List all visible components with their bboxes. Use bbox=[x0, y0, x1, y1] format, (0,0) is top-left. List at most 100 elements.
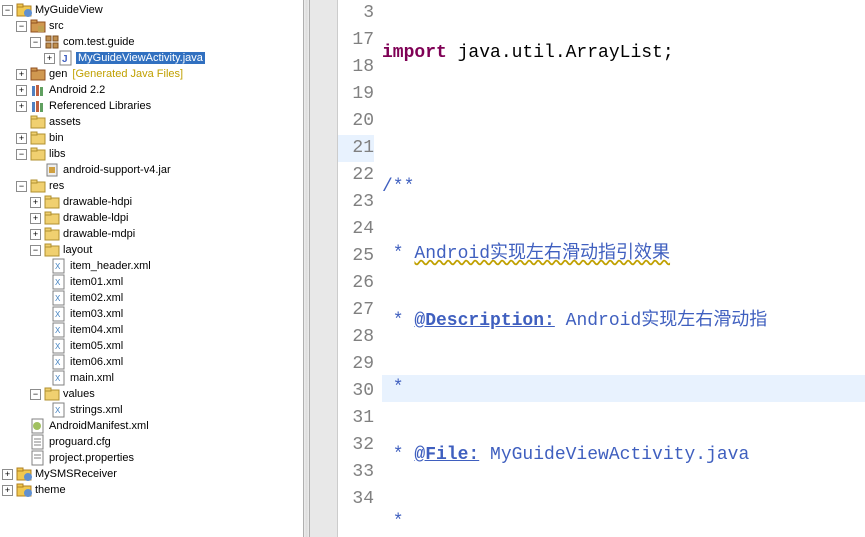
package-node[interactable]: − com.test.guide bbox=[0, 34, 303, 50]
line-number: 21 bbox=[338, 135, 374, 162]
tree-label: item06.xml bbox=[69, 356, 124, 368]
collapse-icon[interactable]: − bbox=[30, 245, 41, 256]
xml-file[interactable]: Xitem05.xml bbox=[0, 338, 303, 354]
line-number: 33 bbox=[338, 459, 374, 486]
layout-folder[interactable]: −layout bbox=[0, 242, 303, 258]
jar-icon bbox=[44, 162, 60, 178]
project-icon bbox=[16, 482, 32, 498]
tree-label: item03.xml bbox=[69, 308, 124, 320]
xml-file-icon: X bbox=[51, 290, 67, 306]
expand-icon[interactable]: + bbox=[30, 229, 41, 240]
tree-label: com.test.guide bbox=[62, 36, 136, 48]
line-number-gutter: 3 17 18 19 20 21 22 23 24 25 26 27 28 29… bbox=[338, 0, 382, 537]
xml-file-icon: X bbox=[51, 322, 67, 338]
drawable-mdpi-folder[interactable]: +drawable-mdpi bbox=[0, 226, 303, 242]
line-number: 24 bbox=[338, 216, 374, 243]
libs-folder[interactable]: − libs bbox=[0, 146, 303, 162]
expand-icon[interactable]: + bbox=[16, 133, 27, 144]
project-myguideview[interactable]: −MyGuideView bbox=[0, 2, 303, 18]
collapse-icon[interactable]: − bbox=[30, 389, 41, 400]
gen-folder[interactable]: +gen [Generated Java Files] bbox=[0, 66, 303, 82]
project-theme[interactable]: +theme bbox=[0, 482, 303, 498]
folder-icon bbox=[44, 242, 60, 258]
package-icon bbox=[44, 34, 60, 50]
res-folder[interactable]: −res bbox=[0, 178, 303, 194]
expand-icon[interactable]: + bbox=[16, 69, 27, 80]
line-number: 20 bbox=[338, 108, 374, 135]
referenced-libraries[interactable]: + Referenced Libraries bbox=[0, 98, 303, 114]
tree-label: drawable-ldpi bbox=[62, 212, 129, 224]
tree-label: strings.xml bbox=[69, 404, 124, 416]
drawable-hdpi-folder[interactable]: + drawable-hdpi bbox=[0, 194, 303, 210]
collapse-icon[interactable]: − bbox=[30, 37, 41, 48]
folder-icon bbox=[30, 146, 46, 162]
split-divider[interactable] bbox=[303, 0, 310, 537]
expand-icon[interactable]: + bbox=[30, 197, 41, 208]
library-icon bbox=[30, 82, 46, 98]
line-number: 17 bbox=[338, 27, 374, 54]
keyword: import bbox=[382, 43, 447, 63]
svg-text:X: X bbox=[55, 374, 61, 383]
line-number: 28 bbox=[338, 324, 374, 351]
line-number: 29 bbox=[338, 351, 374, 378]
code-text: java.util.ArrayList; bbox=[447, 43, 674, 63]
svg-text:J: J bbox=[62, 54, 68, 65]
collapse-icon[interactable]: − bbox=[16, 149, 27, 160]
src-folder[interactable]: −src bbox=[0, 18, 303, 34]
tree-label: Referenced Libraries bbox=[48, 100, 152, 112]
xml-file-icon: X bbox=[51, 274, 67, 290]
expand-icon[interactable]: + bbox=[30, 213, 41, 224]
tree-label: drawable-hdpi bbox=[62, 196, 133, 208]
java-file-selected[interactable]: +JMyGuideViewActivity.java bbox=[0, 50, 303, 66]
tree-label: item_header.xml bbox=[69, 260, 152, 272]
expand-icon[interactable]: + bbox=[16, 101, 27, 112]
editor-ruler[interactable] bbox=[310, 0, 338, 537]
proguard-file[interactable]: proguard.cfg bbox=[0, 434, 303, 450]
text-file-icon bbox=[30, 434, 46, 450]
xml-file-icon: X bbox=[51, 402, 67, 418]
source-folder-icon bbox=[30, 66, 46, 82]
xml-file[interactable]: Xitem04.xml bbox=[0, 322, 303, 338]
tree-label: libs bbox=[48, 148, 67, 160]
folder-icon bbox=[30, 178, 46, 194]
xml-file-icon: X bbox=[51, 258, 67, 274]
bin-folder[interactable]: + bin bbox=[0, 130, 303, 146]
xml-file[interactable]: Xitem02.xml bbox=[0, 290, 303, 306]
expand-icon[interactable]: + bbox=[2, 469, 13, 480]
android-library[interactable]: +Android 2.2 bbox=[0, 82, 303, 98]
project-mysmsreceiver[interactable]: +MySMSReceiver bbox=[0, 466, 303, 482]
svg-text:X: X bbox=[55, 278, 61, 287]
xml-file[interactable]: Xmain.xml bbox=[0, 370, 303, 386]
collapse-icon[interactable]: − bbox=[16, 181, 27, 192]
properties-file[interactable]: project.properties bbox=[0, 450, 303, 466]
project-explorer[interactable]: −MyGuideView −src −com.test.guide +JMyGu… bbox=[0, 0, 303, 537]
expand-icon[interactable]: + bbox=[16, 85, 27, 96]
xml-file[interactable]: Xitem03.xml bbox=[0, 306, 303, 322]
code-content[interactable]: import java.util.ArrayList; /** * Androi… bbox=[382, 0, 865, 537]
tree-label: item02.xml bbox=[69, 292, 124, 304]
xml-file[interactable]: Xitem06.xml bbox=[0, 354, 303, 370]
svg-text:X: X bbox=[55, 358, 61, 367]
xml-file[interactable]: Xitem01.xml bbox=[0, 274, 303, 290]
xml-file[interactable]: Xstrings.xml bbox=[0, 402, 303, 418]
assets-folder[interactable]: assets bbox=[0, 114, 303, 130]
folder-icon bbox=[44, 194, 60, 210]
javadoc: * bbox=[382, 378, 414, 398]
javadoc: * bbox=[382, 512, 414, 532]
tree-label: proguard.cfg bbox=[48, 436, 112, 448]
xml-file[interactable]: Xitem_header.xml bbox=[0, 258, 303, 274]
drawable-ldpi-folder[interactable]: + drawable-ldpi bbox=[0, 210, 303, 226]
expand-icon[interactable]: + bbox=[44, 53, 55, 64]
values-folder[interactable]: −values bbox=[0, 386, 303, 402]
xml-file-icon: X bbox=[51, 306, 67, 322]
tree-label: gen bbox=[48, 68, 68, 80]
collapse-icon[interactable]: − bbox=[2, 5, 13, 16]
expand-icon[interactable]: + bbox=[2, 485, 13, 496]
collapse-icon[interactable]: − bbox=[16, 21, 27, 32]
javadoc: * bbox=[382, 445, 414, 465]
tree-label: bin bbox=[48, 132, 65, 144]
manifest-file[interactable]: AndroidManifest.xml bbox=[0, 418, 303, 434]
jar-file[interactable]: android-support-v4.jar bbox=[0, 162, 303, 178]
project-icon bbox=[16, 2, 32, 18]
code-editor[interactable]: 3 17 18 19 20 21 22 23 24 25 26 27 28 29… bbox=[310, 0, 865, 537]
